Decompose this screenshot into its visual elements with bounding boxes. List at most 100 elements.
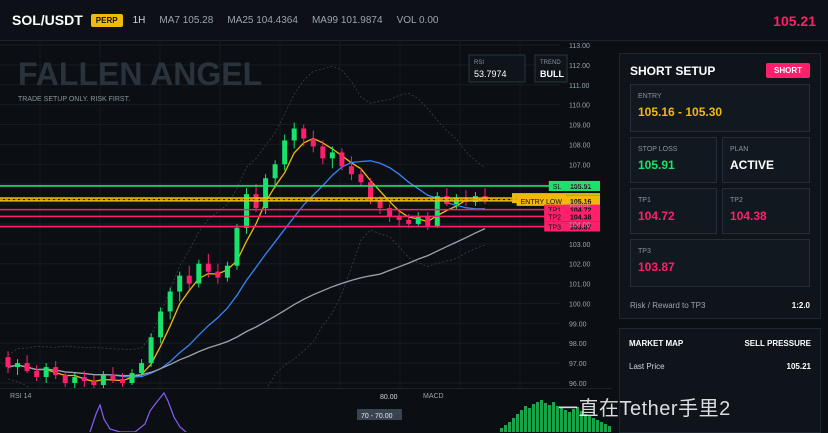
candle-body — [129, 373, 135, 383]
macd-bar — [596, 420, 599, 432]
plan-value: ACTIVE — [730, 158, 775, 172]
lower-band — [7, 229, 486, 388]
price-tick-label: 112.00 — [569, 63, 590, 70]
candle-body — [224, 265, 230, 278]
candle-body — [205, 263, 211, 272]
macd-bar — [528, 408, 531, 432]
sell-pressure-label: SELL PRESSURE — [744, 339, 811, 348]
candle-body — [310, 138, 316, 147]
candle-body — [272, 164, 278, 179]
candle-body — [196, 263, 202, 284]
tp1-label: TP1 — [638, 197, 651, 204]
risk-reward-label: Risk / Reward to TP3 — [630, 301, 706, 310]
candle-body — [339, 152, 345, 167]
candle-body — [177, 275, 183, 292]
macd-bar — [520, 410, 523, 432]
macd-bar — [608, 426, 611, 432]
candle-body — [139, 363, 145, 374]
trend-box-label: TREND — [540, 60, 561, 66]
tp3-value: 103.87 — [638, 260, 675, 274]
price-tick-label: 101.00 — [569, 282, 591, 289]
candle-body — [320, 146, 326, 159]
price-tick-label: 104.00 — [569, 222, 591, 229]
macd-bar — [544, 403, 547, 432]
symbol-label[interactable]: SOL/USDT — [12, 12, 83, 28]
chart-title: FALLEN ANGEL — [18, 56, 262, 92]
candle-body — [167, 291, 173, 312]
short-button[interactable]: SHORT — [766, 63, 810, 78]
rsi-box-label: RSI — [474, 60, 484, 66]
volume-readout: VOL 0.00 — [396, 14, 439, 26]
watermark: 一直在Tether手里2 — [558, 398, 731, 420]
entry-label: ENTRY — [638, 93, 662, 100]
price-tick-label: 107.00 — [569, 162, 591, 169]
ma99-line — [7, 228, 486, 377]
indicator-subcharts: RSI 14 80.00 70 - 70.00 MACD — [0, 388, 612, 432]
chart-grid — [0, 40, 560, 388]
stop-loss-value: 105.91 — [638, 158, 675, 172]
entry-value: 105.16 - 105.30 — [638, 105, 723, 119]
candle-body — [291, 128, 297, 141]
candle-body — [91, 381, 97, 385]
last-price-label: Last Price — [629, 362, 665, 371]
ma99-readout: MA99 101.9874 — [311, 14, 383, 26]
price-tick-label: 111.00 — [569, 83, 589, 90]
rsi-level-70: 70 - 70.00 — [361, 413, 393, 420]
stop-loss-label: STOP LOSS — [638, 146, 678, 153]
price-tick-label: 106.00 — [569, 182, 591, 189]
candle-body — [5, 357, 11, 368]
risk-reward-value: 1:2.0 — [791, 301, 810, 310]
current-price: 105.21 — [773, 13, 816, 29]
level-label: TP2 — [548, 214, 561, 221]
candle-body — [110, 375, 116, 380]
price-tick-label: 105.00 — [569, 202, 591, 209]
price-chart[interactable]: 105.91SL105.30ENTRY HIGH105.21105.16ENTR… — [0, 40, 612, 388]
candle-body — [301, 128, 307, 139]
macd-bar — [540, 400, 543, 432]
candle-body — [72, 377, 78, 383]
price-tick-label: 97.00 — [569, 361, 587, 368]
price-tick-label: 98.00 — [569, 341, 587, 348]
candle-body — [186, 275, 192, 284]
candle-body — [234, 227, 240, 266]
stop-loss-card: STOP LOSS 105.91 — [630, 137, 717, 183]
macd-bar — [532, 404, 535, 432]
macd-bar — [500, 428, 503, 432]
candle-body — [282, 140, 288, 165]
tp3-card: TP3 103.87 — [630, 239, 810, 287]
macd-bar — [524, 406, 527, 432]
price-tick-label: 103.00 — [569, 242, 591, 249]
price-tick-label: 109.00 — [569, 123, 591, 130]
price-tick-label: 100.00 — [569, 301, 591, 308]
candle-body — [43, 367, 49, 378]
macd-bar — [536, 402, 539, 432]
rsi-box-value: 53.7974 — [474, 69, 507, 79]
candle-body — [148, 337, 154, 364]
macd-label: MACD — [423, 393, 444, 400]
macd-bar — [548, 405, 551, 432]
ma7-readout: MA7 105.28 — [159, 14, 214, 26]
price-tick-label: 96.00 — [569, 381, 587, 388]
rsi-line — [89, 391, 187, 432]
price-tick-label: 99.00 — [569, 321, 587, 328]
macd-bar — [512, 418, 515, 432]
setup-title: SHORT SETUP — [630, 64, 716, 78]
tp2-card: TP2 104.38 — [722, 188, 810, 234]
market-map-title: MARKET MAP — [629, 339, 684, 348]
tp3-label: TP3 — [638, 248, 651, 255]
tp2-label: TP2 — [730, 197, 743, 204]
tp1-value: 104.72 — [638, 209, 675, 223]
price-tick-label: 110.00 — [569, 103, 590, 110]
candlesticks — [5, 122, 488, 388]
tp2-value: 104.38 — [730, 209, 767, 223]
tp1-card: TP1 104.72 — [630, 188, 717, 234]
timeframe-selector[interactable]: 1H — [133, 15, 146, 26]
price-tick-label: 102.00 — [569, 262, 591, 269]
candle-body — [215, 271, 221, 278]
rsi-level-80: 80.00 — [380, 394, 398, 401]
trend-box-value: BULL — [540, 69, 564, 79]
level-label: TP3 — [548, 225, 561, 232]
candle-body — [24, 363, 30, 372]
plan-card: PLAN ACTIVE — [722, 137, 810, 183]
top-bar: SOL/USDT PERP 1H MA7 105.28 MA25 104.436… — [0, 0, 828, 41]
